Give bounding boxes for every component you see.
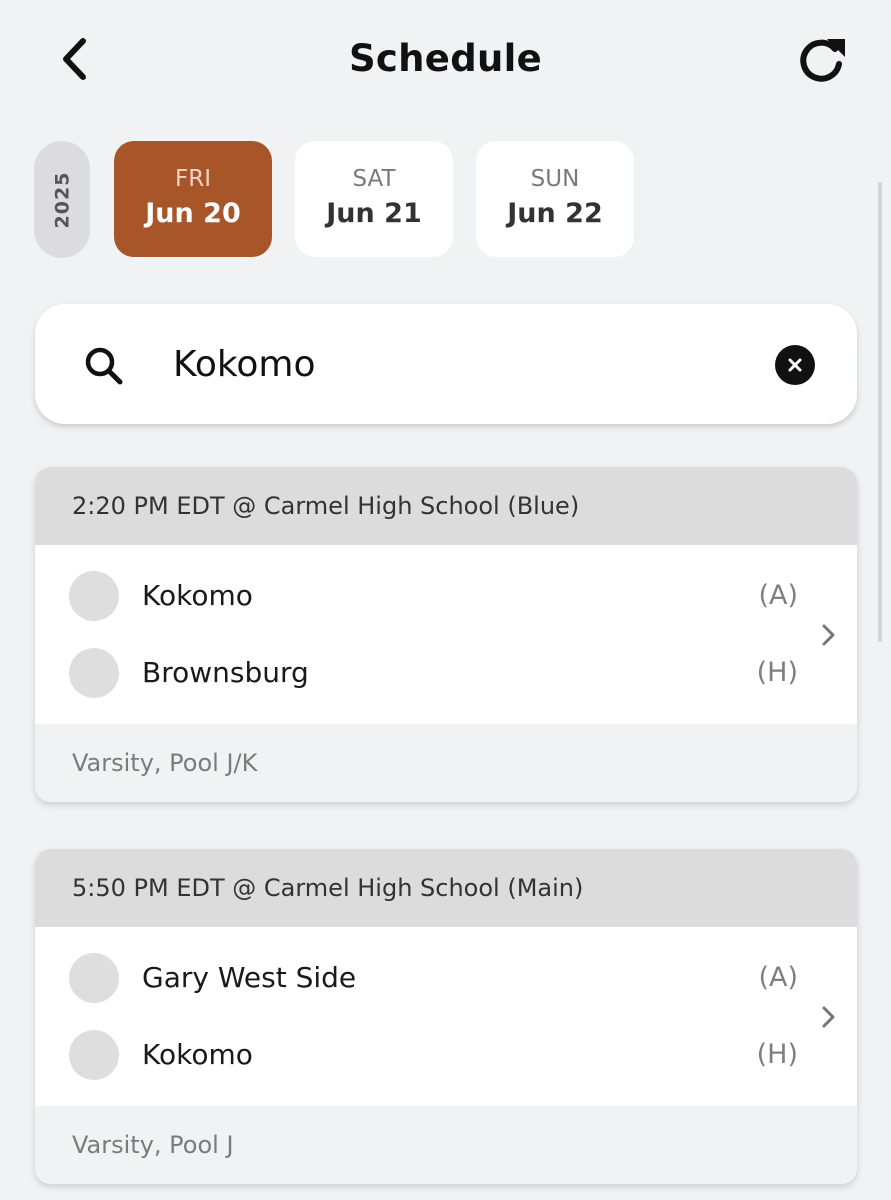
clear-search-button[interactable] [775, 345, 815, 385]
team-avatar [69, 953, 119, 1003]
day-of-week: SAT [352, 166, 396, 192]
team-name: Gary West Side [142, 961, 357, 994]
game-division: Varsity, Pool J/K [72, 749, 258, 777]
year-label: 2025 [51, 171, 74, 228]
game-card[interactable]: 5:50 PM EDT @ Carmel High School (Main) … [35, 849, 857, 1184]
refresh-button[interactable] [794, 34, 850, 86]
team-row: Kokomo (H) [35, 1025, 857, 1085]
game-footer: Varsity, Pool J/K [35, 724, 857, 802]
chevron-right-icon [822, 1006, 835, 1028]
game-card[interactable]: 2:20 PM EDT @ Carmel High School (Blue) … [35, 467, 857, 802]
team-row: Kokomo (A) [35, 566, 857, 626]
day-tab-fri[interactable]: FRI Jun 20 [114, 141, 272, 257]
team-row: Brownsburg (H) [35, 643, 857, 703]
search-input[interactable] [173, 334, 733, 394]
day-date: Jun 21 [326, 198, 422, 229]
day-tab-sun[interactable]: SUN Jun 22 [476, 141, 634, 257]
refresh-icon [800, 39, 845, 82]
team-avatar [69, 571, 119, 621]
day-date: Jun 20 [145, 198, 241, 229]
day-of-week: FRI [175, 166, 211, 192]
game-header: 2:20 PM EDT @ Carmel High School (Blue) [35, 467, 857, 545]
search-icon [85, 347, 123, 385]
day-tab-sat[interactable]: SAT Jun 21 [295, 141, 453, 257]
scrollbar[interactable] [878, 182, 882, 642]
team-name: Kokomo [142, 1038, 253, 1071]
team-row: Gary West Side (A) [35, 948, 857, 1008]
day-date: Jun 22 [507, 198, 603, 229]
team-side: (H) [756, 657, 798, 688]
year-selector[interactable]: 2025 [34, 141, 90, 258]
team-side: (A) [758, 962, 798, 993]
page-title: Schedule [348, 37, 543, 80]
team-side: (H) [756, 1039, 798, 1070]
team-side: (A) [758, 580, 798, 611]
game-header: 5:50 PM EDT @ Carmel High School (Main) [35, 849, 857, 927]
game-time-location: 2:20 PM EDT @ Carmel High School (Blue) [72, 492, 580, 520]
team-avatar [69, 1030, 119, 1080]
team-name: Kokomo [142, 579, 253, 612]
chevron-right-icon [822, 624, 835, 646]
team-name: Brownsburg [142, 656, 309, 689]
game-time-location: 5:50 PM EDT @ Carmel High School (Main) [72, 874, 584, 902]
clear-icon [788, 358, 802, 372]
day-of-week: SUN [530, 166, 580, 192]
team-avatar [69, 648, 119, 698]
game-division: Varsity, Pool J [72, 1131, 234, 1159]
game-footer: Varsity, Pool J [35, 1106, 857, 1184]
